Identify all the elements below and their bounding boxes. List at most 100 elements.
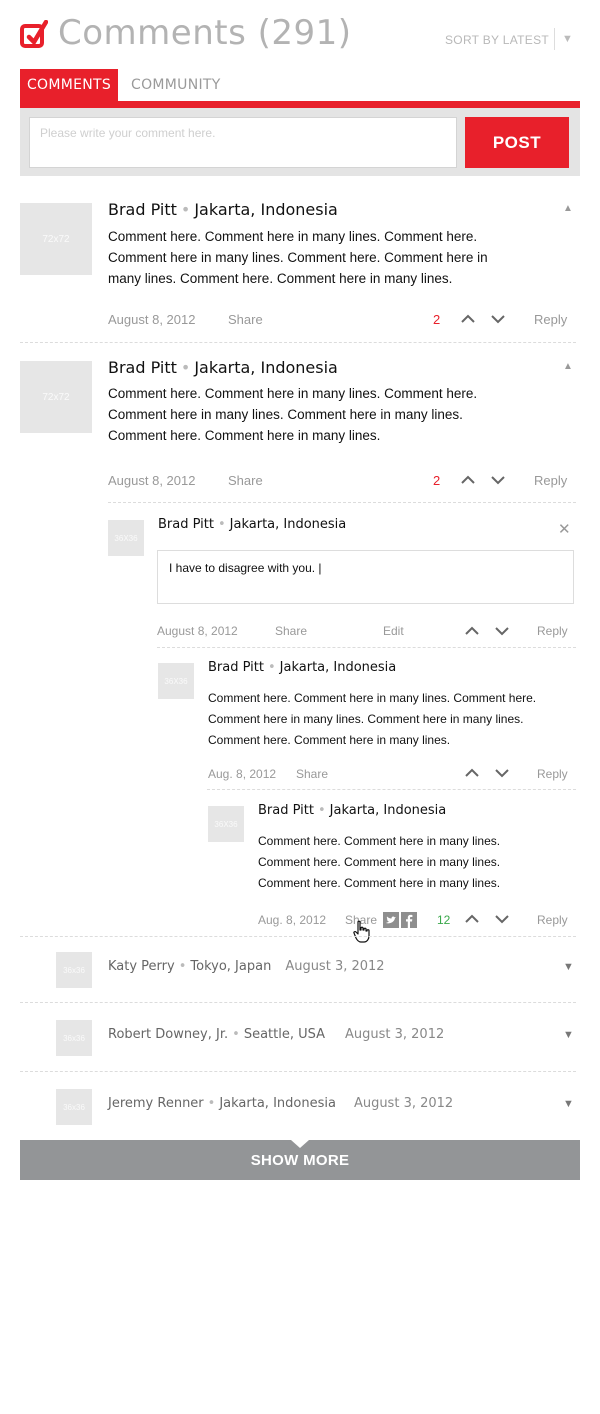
- facebook-icon[interactable]: [401, 912, 417, 928]
- avatar: 36x36: [56, 1020, 92, 1056]
- author-name[interactable]: Brad Pitt: [208, 660, 264, 675]
- separator-dot: •: [217, 517, 226, 532]
- post-button[interactable]: POST: [465, 117, 569, 168]
- comment-body: Comment here. Comment here in many lines…: [258, 834, 501, 890]
- vote-count: 2: [433, 473, 441, 488]
- caret-up-icon[interactable]: ▲: [563, 203, 573, 214]
- page-title: Comments (291): [58, 13, 352, 53]
- divider: [20, 1002, 576, 1003]
- comment-author: Katy Perry • Tokyo, Japan August 3, 2012: [108, 959, 385, 974]
- chevron-up-icon[interactable]: [464, 625, 480, 637]
- caret-down-icon[interactable]: ▼: [563, 1098, 574, 1110]
- share-link[interactable]: Share: [228, 312, 263, 327]
- author-location: Jakarta, Indonesia: [279, 660, 397, 675]
- edit-link[interactable]: Edit: [383, 624, 404, 638]
- comment-body: Comment here. Comment here in many lines…: [208, 691, 537, 747]
- separator-dot: •: [267, 660, 276, 675]
- author-location: Jakarta, Indonesia: [194, 200, 338, 219]
- reply-link[interactable]: Reply: [534, 312, 567, 327]
- comment-date: August 3, 2012: [285, 959, 385, 974]
- chevron-down-icon[interactable]: [490, 474, 506, 486]
- author-name[interactable]: Robert Downey, Jr.: [108, 1027, 228, 1042]
- separator-dot: •: [207, 1096, 216, 1111]
- comment-body: Comment here. Comment here in many lines…: [108, 229, 488, 286]
- author-location: Jakarta, Indonesia: [219, 1096, 336, 1111]
- close-icon[interactable]: ✕: [558, 520, 571, 538]
- caret-down-icon[interactable]: ▼: [562, 33, 573, 45]
- divider: [20, 1071, 576, 1072]
- share-link[interactable]: Share: [296, 767, 328, 781]
- author-name[interactable]: Jeremy Renner: [108, 1096, 204, 1111]
- reply-link[interactable]: Reply: [534, 473, 567, 488]
- comment-author: Robert Downey, Jr. • Seattle, USA August 3,…: [108, 1027, 444, 1042]
- vote-count: 2: [433, 312, 441, 327]
- avatar: 36X36: [108, 520, 144, 556]
- divider: [108, 502, 576, 503]
- separator-dot: •: [180, 358, 191, 377]
- reply-input[interactable]: I have to disagree with you. |: [157, 550, 574, 604]
- comment-date: Aug. 8, 2012: [258, 913, 327, 927]
- avatar: 36X36: [208, 806, 244, 842]
- author-location: Jakarta, Indonesia: [194, 358, 338, 377]
- separator-dot: •: [180, 200, 191, 219]
- reply-link[interactable]: Reply: [537, 913, 568, 927]
- comment-input[interactable]: Please write your comment here.: [29, 117, 457, 168]
- caret-up-icon[interactable]: ▲: [563, 361, 573, 372]
- comment-date: August 8, 2012: [108, 312, 196, 327]
- author-name[interactable]: Katy Perry: [108, 959, 175, 974]
- hand-cursor-icon: [353, 920, 370, 943]
- divider: [207, 789, 576, 790]
- divider: [20, 936, 576, 937]
- comment-author: Brad Pitt • Jakarta, Indonesia: [208, 660, 396, 675]
- twitter-icon[interactable]: [383, 912, 399, 928]
- logo-icon: [20, 20, 48, 48]
- share-link[interactable]: Share: [275, 624, 307, 638]
- caret-down-icon[interactable]: ▼: [563, 961, 574, 973]
- share-link[interactable]: Share: [228, 473, 263, 488]
- reply-link[interactable]: Reply: [537, 624, 568, 638]
- tab-community[interactable]: COMMUNITY: [131, 77, 221, 93]
- divider: [20, 342, 576, 343]
- author-location: Tokyo, Japan: [190, 959, 272, 974]
- comment-author: Brad Pitt • Jakarta, Indonesia: [108, 200, 338, 219]
- comment-author: Brad Pitt • Jakarta, Indonesia: [258, 803, 446, 818]
- avatar: 36x36: [56, 952, 92, 988]
- tab-comments[interactable]: COMMENTS: [20, 69, 118, 101]
- sort-divider: [554, 28, 555, 50]
- tab-underline: [20, 101, 580, 108]
- separator-dot: •: [317, 803, 326, 818]
- chevron-up-icon[interactable]: [460, 313, 476, 325]
- chevron-down-icon[interactable]: [490, 313, 506, 325]
- chevron-down-icon[interactable]: [494, 913, 510, 925]
- author-name[interactable]: Brad Pitt: [108, 358, 177, 377]
- sort-dropdown-label[interactable]: SORT BY LATEST: [445, 33, 549, 47]
- comment-body: Comment here. Comment here in many lines…: [108, 386, 478, 443]
- avatar: 72x72: [20, 203, 92, 275]
- chevron-up-icon[interactable]: [464, 913, 480, 925]
- chevron-up-icon[interactable]: [464, 767, 480, 779]
- vote-count: 12: [437, 913, 451, 927]
- caret-down-icon[interactable]: ▼: [563, 1029, 574, 1041]
- comment-date: August 8, 2012: [108, 473, 196, 488]
- comment-author: Jeremy Renner • Jakarta, Indonesia August 3…: [108, 1096, 453, 1111]
- chevron-up-icon[interactable]: [460, 474, 476, 486]
- comment-date: August 3, 2012: [345, 1027, 445, 1042]
- author-location: Jakarta, Indonesia: [329, 803, 447, 818]
- chevron-down-icon[interactable]: [494, 767, 510, 779]
- comment-date: August 3, 2012: [353, 1096, 454, 1111]
- avatar: 36X36: [158, 663, 194, 699]
- reply-link[interactable]: Reply: [537, 767, 568, 781]
- separator-dot: •: [178, 959, 187, 974]
- avatar: 72x72: [20, 361, 92, 433]
- chevron-down-icon[interactable]: [494, 625, 510, 637]
- avatar: 36x36: [56, 1089, 92, 1125]
- comment-author: Brad Pitt • Jakarta, Indonesia: [158, 517, 346, 532]
- separator-dot: •: [232, 1027, 240, 1042]
- author-name[interactable]: Brad Pitt: [158, 517, 214, 532]
- comment-date: August 8, 2012: [157, 624, 238, 638]
- author-name[interactable]: Brad Pitt: [108, 200, 177, 219]
- author-location: Seattle, USA: [243, 1027, 325, 1042]
- show-more-notch: [291, 1140, 309, 1148]
- author-location: Jakarta, Indonesia: [229, 517, 347, 532]
- author-name[interactable]: Brad Pitt: [258, 803, 314, 818]
